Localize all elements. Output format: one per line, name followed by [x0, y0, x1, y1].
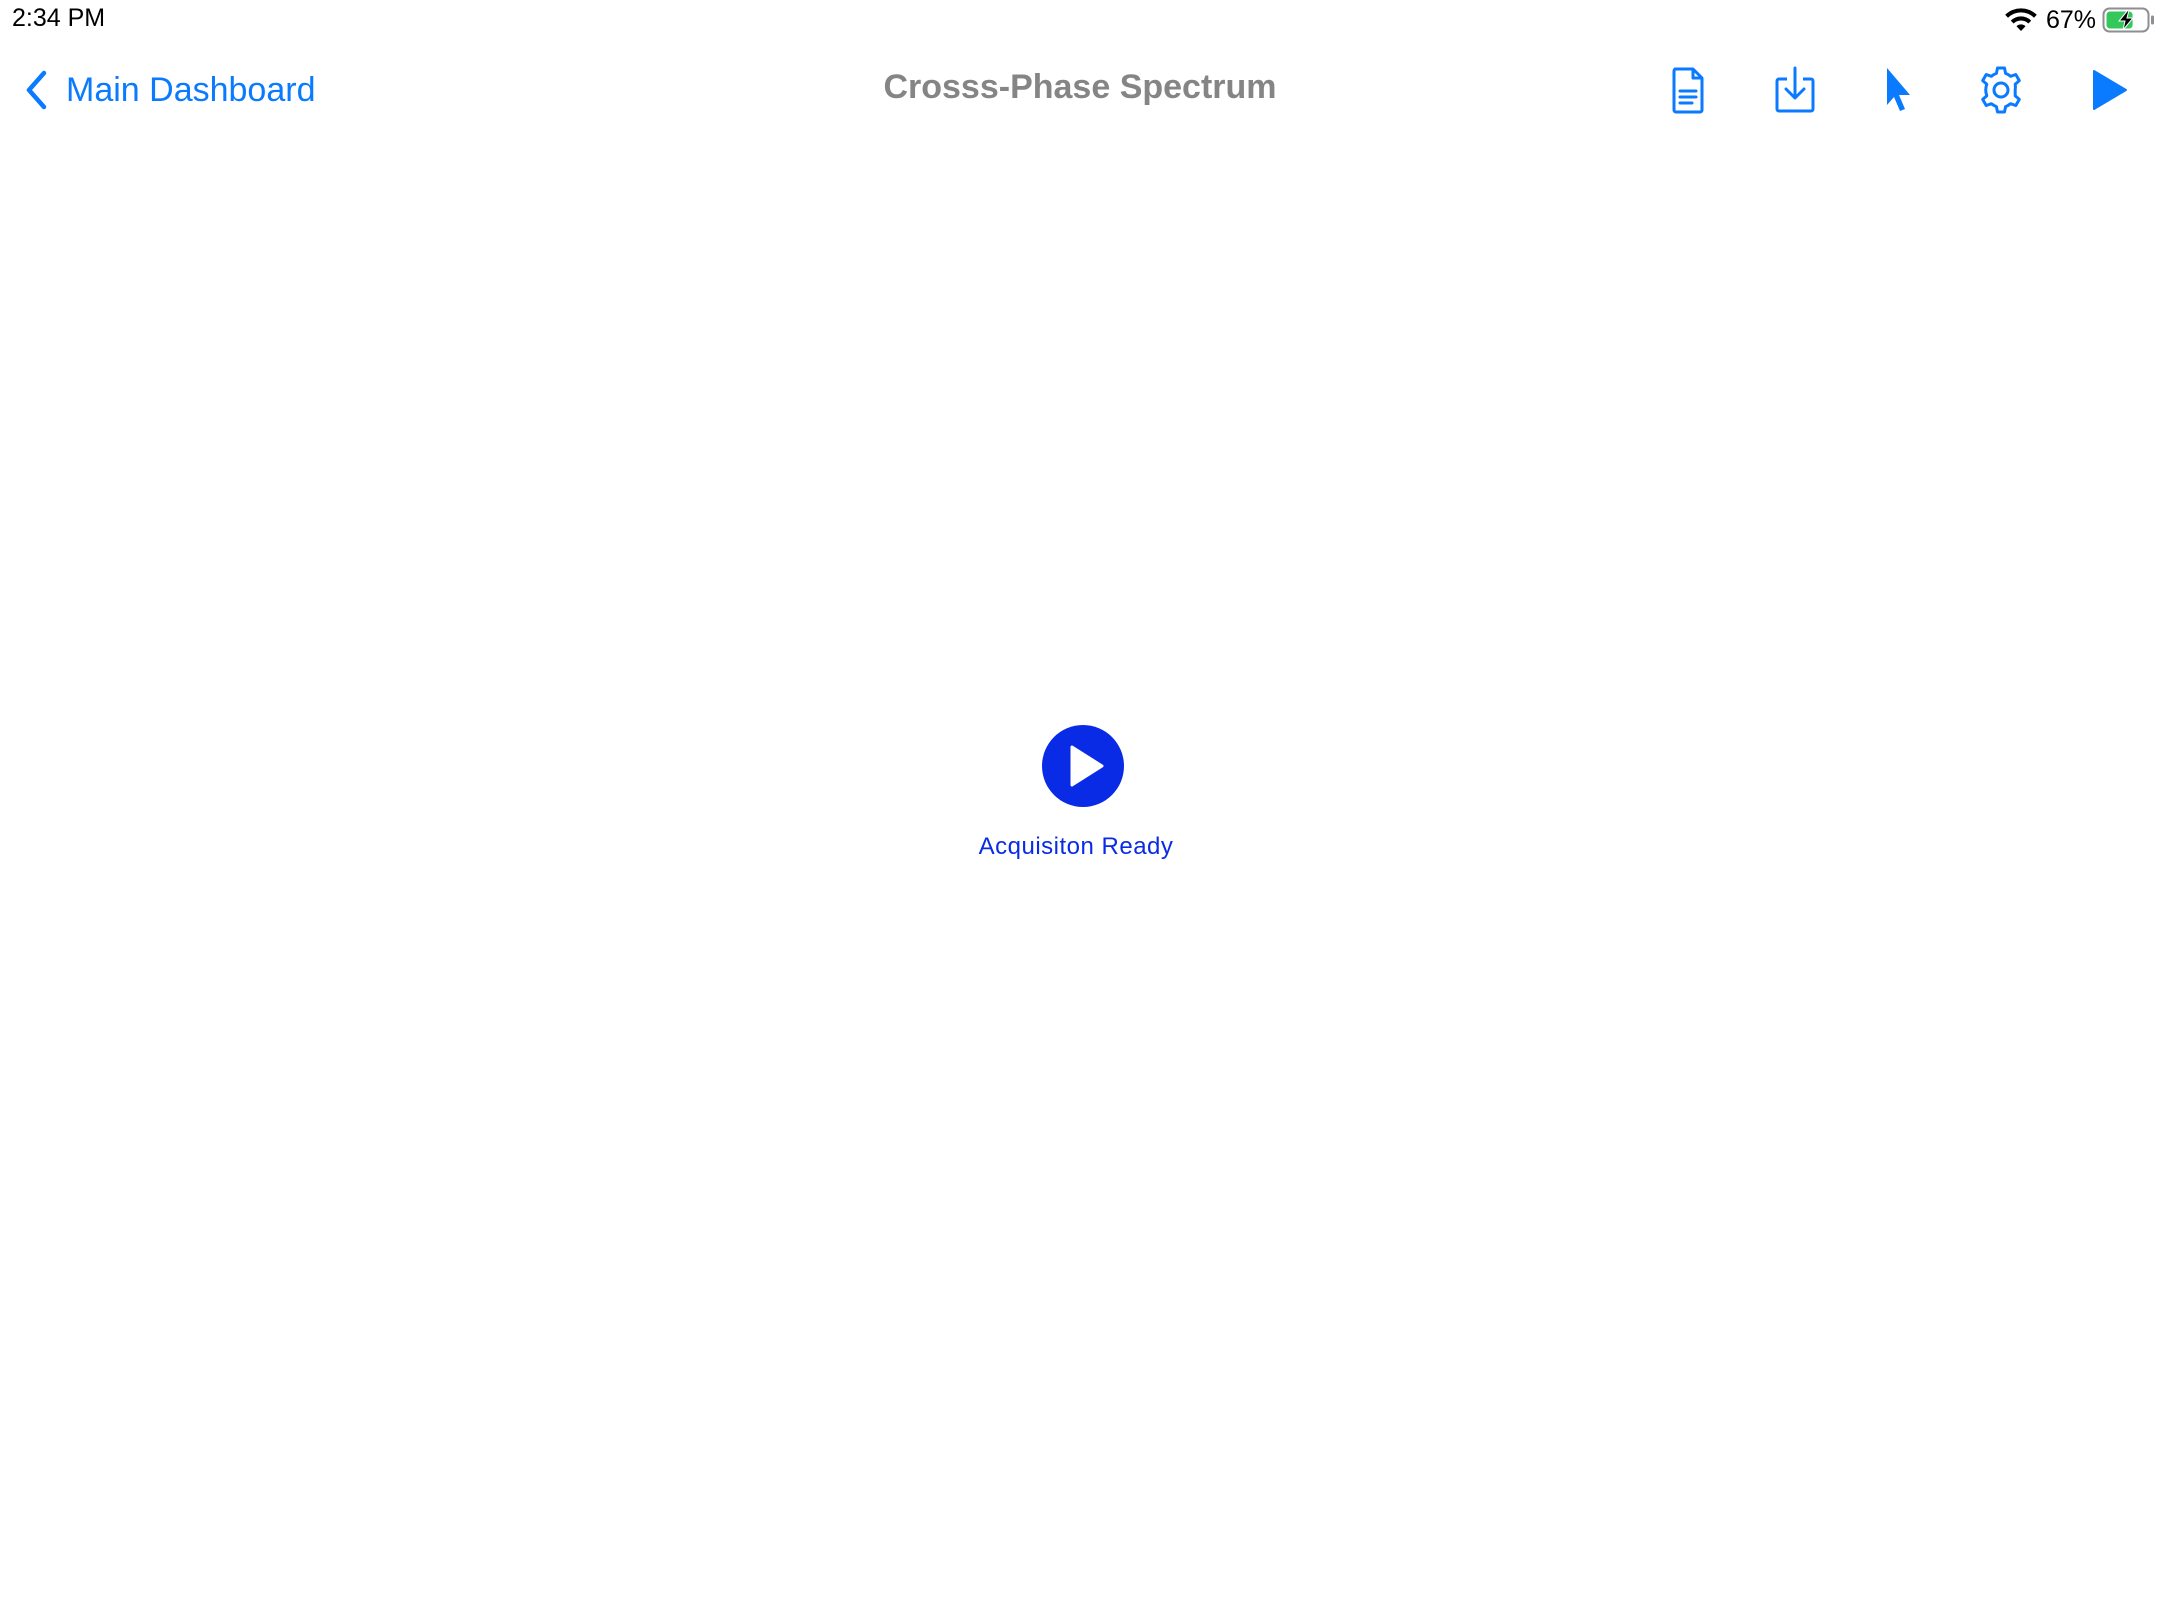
status-indicators: 67% — [2004, 4, 2156, 36]
gear-icon — [1981, 66, 2021, 114]
screen: 2:34 PM 67% Main Dashboard Crosss-Phase — [0, 0, 2160, 1620]
download-button[interactable] — [1767, 62, 1823, 118]
start-acquisition-button[interactable] — [1041, 724, 1125, 808]
play-icon — [2093, 70, 2127, 110]
chevron-left-icon — [26, 70, 47, 110]
status-time: 2:34 PM — [12, 4, 106, 32]
settings-button[interactable] — [1973, 62, 2029, 118]
play-circle-icon — [1042, 725, 1124, 807]
battery-percent: 67% — [2045, 5, 2096, 34]
status-bar: 2:34 PM 67% — [0, 0, 2160, 40]
page-title: Crosss-Phase Spectrum — [883, 68, 1277, 106]
pointer-icon — [1887, 68, 1910, 111]
battery-charging-icon — [2102, 7, 2154, 33]
document-icon — [1672, 67, 1704, 114]
pointer-button[interactable] — [1868, 62, 1924, 118]
download-icon — [1775, 66, 1815, 113]
wifi-icon — [2005, 8, 2037, 31]
back-button[interactable]: Main Dashboard — [22, 65, 315, 115]
navigation-bar: Main Dashboard Crosss-Phase Spectrum — [0, 40, 2160, 140]
acquisition-status-label: Acquisiton Ready — [978, 833, 1174, 860]
play-button[interactable] — [2080, 62, 2136, 118]
document-button[interactable] — [1660, 62, 1716, 118]
back-button-label: Main Dashboard — [66, 70, 316, 109]
